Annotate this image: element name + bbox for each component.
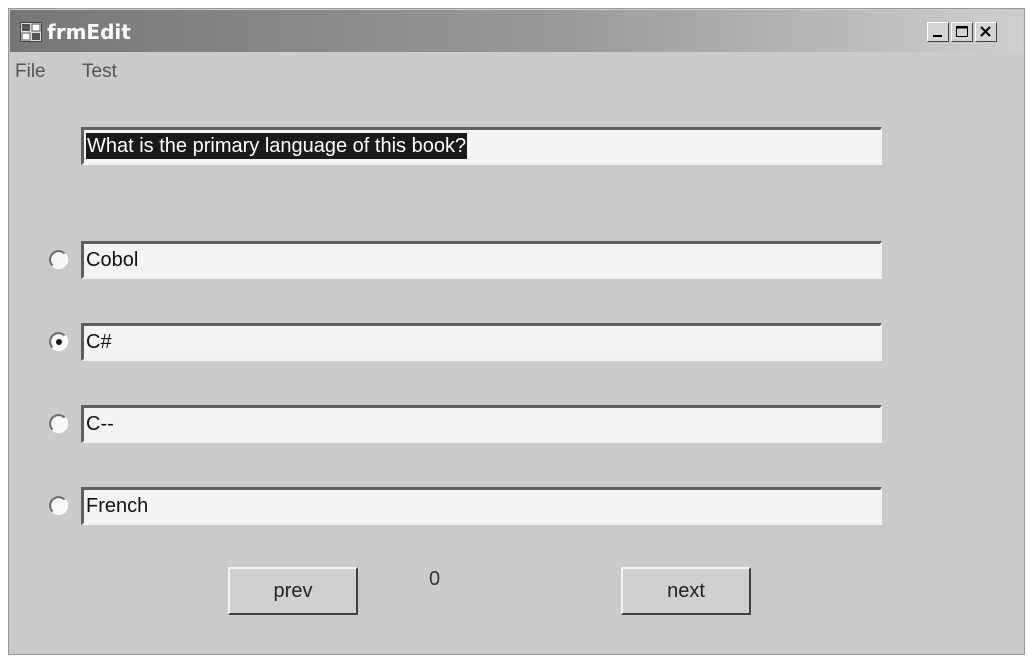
answer-radio-1[interactable] (49, 250, 69, 270)
answer-text-2: C# (86, 331, 112, 353)
minimize-icon (933, 35, 942, 37)
prev-button[interactable]: prev (228, 567, 358, 615)
maximize-icon (956, 26, 968, 37)
minimize-button[interactable] (927, 22, 949, 42)
next-button[interactable]: next (621, 567, 751, 615)
title-bar[interactable]: frmEdit (10, 10, 1023, 52)
question-textbox[interactable]: What is the primary language of this boo… (81, 127, 882, 165)
answer-radio-3[interactable] (49, 414, 69, 434)
answer-textbox-2[interactable]: C# (81, 323, 882, 361)
answer-text-3: C-- (86, 413, 114, 435)
app-icon (20, 22, 42, 42)
answer-radio-4[interactable] (49, 496, 69, 516)
close-icon (980, 26, 991, 37)
answer-radio-2[interactable] (49, 332, 69, 352)
question-counter: 0 (429, 568, 441, 590)
maximize-button[interactable] (951, 22, 973, 42)
close-button[interactable] (975, 22, 997, 42)
window-title: frmEdit (47, 20, 131, 44)
answer-text-1: Cobol (86, 249, 139, 271)
answer-textbox-1[interactable]: Cobol (81, 241, 882, 279)
answer-text-4: French (86, 495, 149, 517)
answer-textbox-3[interactable]: C-- (81, 405, 882, 443)
menu-file[interactable]: File (15, 61, 46, 83)
menu-test[interactable]: Test (82, 61, 117, 83)
frmedit-window: frmEdit File Test What is the primary la… (8, 8, 1025, 655)
question-text: What is the primary language of this boo… (86, 133, 468, 159)
answer-textbox-4[interactable]: French (81, 487, 882, 525)
